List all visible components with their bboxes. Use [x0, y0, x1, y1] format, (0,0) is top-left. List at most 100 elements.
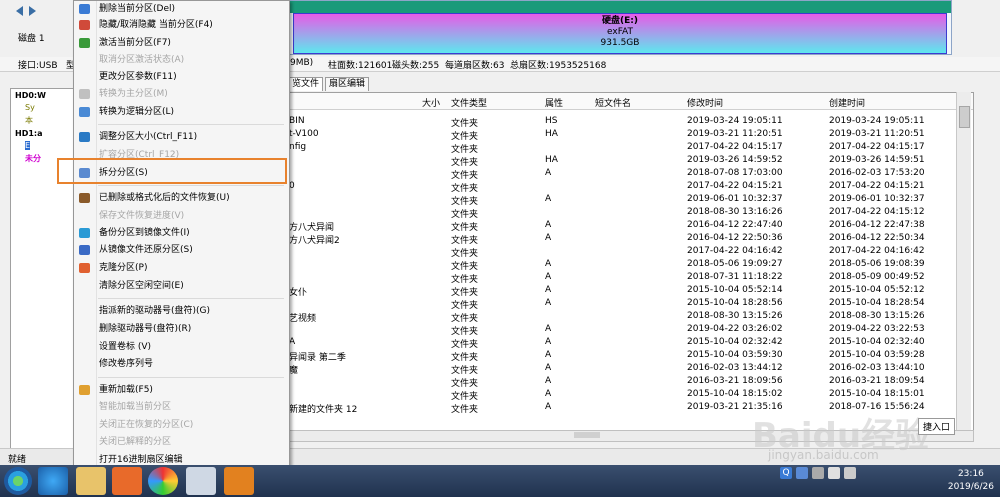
partition-block[interactable]: 硬盘(E:) exFAT 931.5GB [293, 13, 947, 54]
volume-icon[interactable] [828, 467, 840, 479]
menu-item-change-params[interactable]: 更改分区参数(F11) [75, 71, 287, 84]
table-row[interactable]: 文件夹 A 2019-04-22 03:26:02 2019-04-22 03:22:… [289, 323, 957, 337]
disk-partition-bar: 硬盘(E:) exFAT 931.5GB [288, 0, 952, 55]
tree-node-local[interactable]: 本 [25, 115, 33, 126]
menu-item-label: 清除分区空闲空间(E) [99, 281, 184, 291]
tree-node-hd0[interactable]: HD0:W [15, 91, 46, 100]
menu-item-hide-partition[interactable]: 隐藏/取消隐藏 当前分区(F4) [75, 19, 287, 32]
hscroll-thumb[interactable] [574, 432, 600, 438]
file-attr: A [545, 324, 552, 334]
table-row[interactable]: 异闻录 第二季 文件夹 A 2015-10-04 03:59:30 2015-10-04… [289, 349, 957, 363]
browser-icon[interactable] [148, 467, 178, 495]
menu-item-label: 克隆分区(P) [99, 263, 148, 273]
table-row[interactable]: 方八犬异闻 文件夹 A 2016-04-12 22:47:40 2016-04-12 2… [289, 219, 957, 233]
back-arrow-icon[interactable] [16, 6, 23, 16]
table-row[interactable]: 魔文件夹 A 2016-02-03 13:44:12 2016-02-03 13:44… [289, 362, 957, 376]
table-row[interactable]: 文件夹 A 2015-10-04 18:28:56 2015-10-04 18:28:… [289, 297, 957, 311]
file-created: 2016-02-03 13:44:10 [829, 363, 925, 373]
table-row[interactable]: 方八犬异闻2 文件夹 A 2016-04-12 22:50:36 2016-04-12 … [289, 232, 957, 246]
start-button-icon[interactable] [4, 467, 32, 495]
media-player-icon[interactable] [112, 467, 142, 495]
menu-item-close-interpreted[interactable]: 关闭已解释的分区 [75, 436, 287, 449]
table-row[interactable]: 女仆 文件夹 A 2015-10-04 05:52:14 2015-10-04 05:5… [289, 284, 957, 298]
menu-item-open-hex-editor[interactable]: 打开16进制扇区编辑 [75, 454, 287, 465]
menu-item-backup-image[interactable]: 备份分区到镜像文件(I) [75, 227, 287, 240]
menu-item-clone-partition[interactable]: 克隆分区(P) [75, 262, 287, 275]
menu-item-activate-partition[interactable]: 激活当前分区(F7) [75, 37, 287, 50]
menu-item-change-serial[interactable]: 修改卷序列号 [75, 358, 287, 371]
col-size[interactable]: 大小 [422, 96, 440, 109]
tray-icon-2[interactable] [812, 467, 824, 479]
network-icon[interactable] [844, 467, 856, 479]
table-row[interactable]: nfig 文件夹 2017-04-22 04:15:17 2017-04-22 04:… [289, 141, 957, 155]
table-row[interactable]: 文件夹 A 2018-07-31 11:18:22 2018-05-09 00:49:… [289, 271, 957, 285]
tab-browse-files[interactable]: 览文件 [288, 77, 324, 91]
menu-item-remove-letter[interactable]: 删除驱动器号(盘符)(R) [75, 323, 287, 336]
menu-item-to-logical[interactable]: 转换为逻辑分区(L) [75, 106, 287, 119]
table-row[interactable]: 文件夹 A 2016-03-21 18:09:56 2016-03-21 18:09:… [289, 375, 957, 389]
table-row[interactable]: 文件夹 2017-04-22 04:16:42 2017-04-22 04:16:4… [289, 245, 957, 259]
table-row[interactable]: 艺视频 文件夹 2018-08-30 13:15:26 2018-08-30 13:1… [289, 310, 957, 324]
ie-icon[interactable] [38, 467, 68, 495]
menu-item-reload[interactable]: 重新加载(F5) [75, 384, 287, 397]
shortcut-popup[interactable]: 捷入口 [918, 418, 956, 435]
diskgenius-window: 磁盘 1 硬盘(E:) exFAT 931.5GB 接口:USB 型 9MB) … [0, 0, 1000, 465]
menu-item-set-label[interactable]: 设置卷标 (V) [75, 341, 287, 354]
table-row[interactable]: 文件夹 HA 2019-03-26 14:59:52 2019-03-26 14:59… [289, 154, 957, 168]
forward-arrow-icon[interactable] [29, 6, 36, 16]
menu-item-smart-load[interactable]: 智能加载当前分区 [75, 401, 287, 414]
input-method-indicator[interactable]: Q [780, 467, 792, 479]
col-short-name[interactable]: 短文件名 [595, 96, 631, 109]
file-attr: HS [545, 116, 558, 126]
table-row[interactable]: 文件夹 A 2015-10-04 18:15:02 2015-10-04 18:15:… [289, 388, 957, 402]
menu-item-label: 智能加载当前分区 [99, 402, 172, 412]
menu-item-label: 转换为主分区(M) [99, 89, 168, 99]
file-modified: 2019-06-01 10:32:37 [687, 194, 783, 204]
tree-node-hd1[interactable]: HD1:a [15, 129, 43, 138]
recover-files-icon [79, 193, 90, 203]
table-row[interactable]: A 文件夹 A 2015-10-04 02:32:42 2015-10-04 02:32… [289, 336, 957, 350]
app-icon[interactable] [186, 467, 216, 495]
menu-item-restore-image[interactable]: 从镜像文件还原分区(S) [75, 244, 287, 257]
col-attr[interactable]: 属性 [545, 96, 563, 109]
folder-icon[interactable] [76, 467, 106, 495]
col-created[interactable]: 创建时间 [829, 96, 865, 109]
table-row[interactable]: t-V100 文件夹 HA 2019-03-21 11:20:51 2019-03-21… [289, 128, 957, 142]
table-row[interactable]: 0 文件夹 2017-04-22 04:15:21 2017-04-22 04:15:… [289, 180, 957, 194]
menu-item-delete-partition[interactable]: 删除当前分区(Del) [75, 3, 287, 16]
table-row[interactable]: BIN 文件夹 HS 2019-03-24 19:05:11 2019-03-24 19… [289, 115, 957, 129]
diskgenius-taskbar-icon[interactable] [224, 467, 254, 495]
table-row[interactable]: 文件夹 A 2018-07-08 17:03:00 2016-02-03 17:53:… [289, 167, 957, 181]
menu-item-recover-files[interactable]: 已删除或格式化后的文件恢复(U) [75, 192, 287, 205]
tree-node-unassigned[interactable]: 未分 [25, 153, 41, 164]
file-attr: A [545, 168, 552, 178]
menu-item-deactivate-partition[interactable]: 取消分区激活状态(A) [75, 54, 287, 67]
table-row[interactable]: 文件夹 2018-08-30 13:16:26 2017-04-22 04:15:1… [289, 206, 957, 220]
info-total: 总扇区数:1953525168 [510, 61, 607, 71]
file-created: 2019-06-01 10:32:37 [829, 194, 925, 204]
menu-item-resize-partition[interactable]: 调整分区大小(Ctrl_F11) [75, 131, 287, 144]
tree-node-e[interactable]: E [25, 141, 31, 150]
menu-item-close-recovering[interactable]: 关闭正在恢复的分区(C) [75, 419, 287, 432]
col-type[interactable]: 文件类型 [451, 96, 487, 109]
menu-item-save-progress[interactable]: 保存文件恢复进度(V) [75, 210, 287, 223]
file-modified: 2019-03-26 14:59:52 [687, 155, 783, 165]
highlight-box-split-partition [57, 158, 287, 184]
file-modified: 2015-10-04 05:52:14 [687, 285, 783, 295]
tab-sector-edit[interactable]: 扇区编辑 [325, 77, 370, 91]
menu-item-wipe-free-space[interactable]: 清除分区空闲空间(E) [75, 280, 287, 293]
menu-item-label: 激活当前分区(F7) [99, 38, 171, 48]
menu-item-to-primary[interactable]: 转换为主分区(M) [75, 88, 287, 101]
tree-node-sys[interactable]: Sy [25, 103, 35, 112]
vscroll-thumb[interactable] [959, 106, 970, 128]
tray-icon-1[interactable] [796, 467, 808, 479]
file-attr: A [545, 194, 552, 204]
menu-item-assign-letter[interactable]: 指派新的驱动器号(盘符)(G) [75, 305, 287, 318]
table-row[interactable]: 文件夹 A 2019-06-01 10:32:37 2019-06-01 10:32:… [289, 193, 957, 207]
clock[interactable]: 23:16 2019/6/26 [948, 468, 994, 494]
info-interface: 接口:USB [18, 61, 58, 71]
file-list-vscroll[interactable] [956, 92, 971, 430]
table-row[interactable]: 文件夹 A 2018-05-06 19:09:27 2018-05-06 19:08:… [289, 258, 957, 272]
col-modified[interactable]: 修改时间 [687, 96, 723, 109]
file-modified: 2015-10-04 18:28:56 [687, 298, 783, 308]
